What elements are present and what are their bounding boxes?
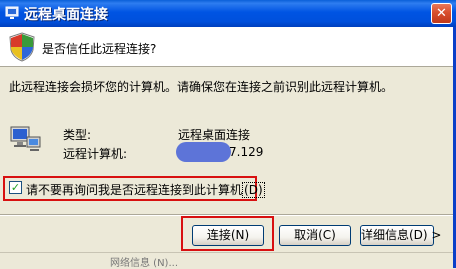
type-label: 类型: <box>63 128 92 142</box>
type-value: 远程桌面连接 <box>178 128 251 142</box>
remote-desktop-icon <box>5 6 19 19</box>
warning-text: 此远程连接会损坏您的计算机。请确保您在连接之前识别此远程计算机。 <box>9 80 394 94</box>
title-bar: 远程桌面连接 ✕ <box>0 0 456 27</box>
close-button[interactable]: ✕ <box>431 3 452 24</box>
status-bar: 网络信息 (N)... <box>0 252 456 269</box>
cancel-button[interactable]: 取消(C) <box>279 225 351 246</box>
computer-value: 7.129 <box>229 145 264 159</box>
connect-button[interactable]: 连接(N) <box>192 225 264 246</box>
security-shield-icon <box>9 32 35 62</box>
redacted-address <box>176 142 231 162</box>
dont-ask-text: 请不要再询问我是否远程连接到此计算机 <box>26 183 243 197</box>
details-button[interactable]: 详细信息(D) > <box>360 225 441 246</box>
window-title: 远程桌面连接 <box>24 7 108 23</box>
dont-ask-checkbox[interactable]: ✓ <box>9 181 22 194</box>
status-fragment: 网络信息 (N)... <box>110 258 178 269</box>
computer-label: 远程计算机: <box>63 147 128 161</box>
trust-question: 是否信任此远程连接? <box>42 42 157 56</box>
dialog-header: 是否信任此远程连接? <box>0 27 456 67</box>
dont-ask-accel: (D) <box>242 182 265 198</box>
computer-icon <box>10 126 41 151</box>
dont-ask-label[interactable]: 请不要再询问我是否远程连接到此计算机 (D) <box>26 181 265 198</box>
